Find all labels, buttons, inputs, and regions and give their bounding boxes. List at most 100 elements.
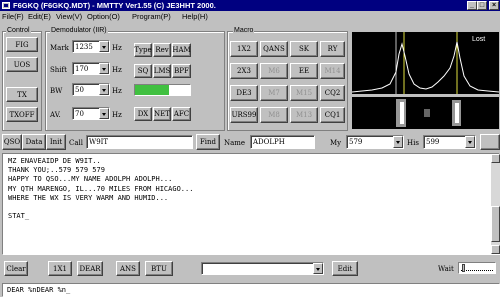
edit-button[interactable]: Edit [332, 261, 358, 276]
bw-unit: Hz [112, 87, 122, 95]
shift-select[interactable]: 170 [72, 62, 110, 75]
call-label: Call [69, 139, 84, 147]
data-button[interactable]: Data [22, 134, 46, 150]
macro-button[interactable]: 2X3 [230, 63, 258, 79]
net-button[interactable]: NET [153, 107, 171, 121]
bpf-button[interactable]: BPF [172, 64, 191, 78]
receive-scrollbar[interactable] [491, 154, 500, 254]
ans-button[interactable]: ANS [116, 261, 140, 276]
macro-button[interactable]: URS99 [230, 107, 258, 123]
macro-button[interactable]: DE3 [230, 85, 258, 101]
chevron-down-icon[interactable] [99, 108, 109, 119]
macro-button[interactable]: CQ1 [320, 107, 345, 123]
chevron-down-icon[interactable] [99, 63, 109, 74]
chevron-down-icon[interactable] [393, 136, 403, 148]
macro-button[interactable]: RY [320, 41, 345, 57]
call-field[interactable]: W9IT [86, 135, 193, 149]
menu-edit[interactable]: Edit(E) [28, 11, 51, 22]
menu-view[interactable]: View(V) [56, 11, 82, 22]
shift-label: Shift [50, 66, 67, 74]
window-title: F6GKQ (F6GKQ.MDT) - MMTTY Ver1.55 (C) JE… [13, 1, 216, 10]
bw-label: BW [50, 87, 63, 95]
sq-button[interactable]: SQ [134, 64, 152, 78]
receive-line: THANK YOU;..579 579 579 [8, 166, 105, 175]
macro-button[interactable]: M8 [260, 107, 288, 123]
macro-button[interactable]: M7 [260, 85, 288, 101]
rev-button[interactable]: Rev [153, 43, 171, 57]
macro-button[interactable]: CQ2 [320, 85, 345, 101]
my-label: My [330, 139, 342, 147]
av-label: AV. [50, 111, 61, 119]
title-bar[interactable]: F6GKQ (F6GKQ.MDT) - MMTTY Ver1.55 (C) JE… [0, 0, 500, 11]
txoff-button[interactable]: TXOFF [6, 107, 38, 122]
mark-unit: Hz [112, 44, 122, 52]
extra-button[interactable] [480, 134, 500, 150]
squelch-level-meter[interactable] [134, 84, 191, 96]
dear-button[interactable]: DEAR [77, 261, 103, 276]
chevron-down-icon[interactable] [313, 263, 323, 274]
lms-button[interactable]: LMS [153, 64, 171, 78]
his-rst-select[interactable]: 599 [423, 135, 476, 149]
maximize-button[interactable]: □ [477, 1, 487, 10]
shift-unit: Hz [112, 66, 122, 74]
wait-slider-thumb[interactable] [462, 264, 465, 272]
macro-button[interactable]: M14 [320, 63, 345, 79]
wait-slider[interactable] [458, 262, 496, 274]
av-unit: Hz [112, 111, 122, 119]
his-label: His [407, 139, 419, 147]
find-button[interactable]: Find [196, 134, 220, 150]
bw-select[interactable]: 50 [72, 83, 110, 96]
macro-button[interactable]: QANS [260, 41, 288, 57]
clear-button[interactable]: Clear [4, 261, 28, 276]
receive-line: MZ ENAVEAIDP DE W9IT.. [8, 157, 101, 165]
scroll-down-icon[interactable] [491, 245, 500, 254]
av-select[interactable]: 70 [72, 107, 110, 120]
minimize-button[interactable]: _ [467, 1, 477, 10]
receive-line: WHERE THE WX IS VERY WARM AND HUMID... [8, 193, 169, 202]
chevron-down-icon[interactable] [465, 136, 475, 148]
receive-line [8, 203, 494, 212]
chevron-down-icon[interactable] [99, 84, 109, 95]
macro-button[interactable]: M13 [290, 107, 318, 123]
afc-button[interactable]: AFC [172, 107, 191, 121]
qso-button[interactable]: QSO [2, 134, 22, 150]
macro-button[interactable]: SK [290, 41, 318, 57]
chevron-down-icon[interactable] [99, 41, 109, 52]
macro-button[interactable]: M6 [260, 63, 288, 79]
squelch-level-fill [135, 85, 170, 95]
macro-select[interactable] [201, 262, 324, 275]
name-field[interactable]: ADOLPH [250, 135, 315, 149]
btu-button[interactable]: BTU [145, 261, 173, 276]
spectrum-display[interactable]: Lost [352, 32, 499, 94]
receive-line: STAT_ [8, 212, 30, 221]
menu-option[interactable]: Option(O) [87, 11, 120, 22]
waterfall-display[interactable] [352, 97, 499, 129]
receive-text-area[interactable]: MZ ENAVEAIDP DE W9IT.. THANK YOU;..579 57… [2, 153, 500, 255]
fig-button[interactable]: FIG [6, 37, 38, 52]
waterfall-graph [396, 99, 461, 127]
tx-button[interactable]: TX [6, 87, 38, 102]
macro-button[interactable]: EE [290, 63, 318, 79]
receive-line: HAPPY TO QSO...MY NAME ADOLPH ADOLPH... [8, 175, 173, 184]
control-group-label: Control [6, 27, 31, 35]
init-button[interactable]: Init [46, 134, 66, 150]
scroll-up-icon[interactable] [491, 154, 500, 163]
menu-help[interactable]: Help(H) [182, 11, 208, 22]
app-icon[interactable] [2, 2, 10, 9]
mark-select[interactable]: 1235 [72, 40, 110, 53]
menu-bar: File(F) Edit(E) View(V) Option(O) Progra… [0, 11, 500, 22]
transmit-text-area[interactable]: DEAR %nDEAR %n_ [2, 283, 500, 297]
dx-button[interactable]: DX [134, 107, 152, 121]
type-button[interactable]: Type [134, 43, 152, 57]
macro-button[interactable]: 1X2 [230, 41, 258, 57]
menu-program[interactable]: Program(P) [132, 11, 171, 22]
close-button[interactable]: × [489, 1, 499, 10]
ham-button[interactable]: HAM [172, 43, 191, 57]
1x1-button[interactable]: 1X1 [48, 261, 72, 276]
menu-file[interactable]: File(F) [2, 11, 24, 22]
my-rst-select[interactable]: 579 [346, 135, 404, 149]
uos-button[interactable]: UOS [6, 57, 38, 72]
scroll-thumb[interactable] [491, 206, 500, 242]
macro-button[interactable]: M15 [290, 85, 318, 101]
macro-group-label: Macro [233, 27, 255, 35]
